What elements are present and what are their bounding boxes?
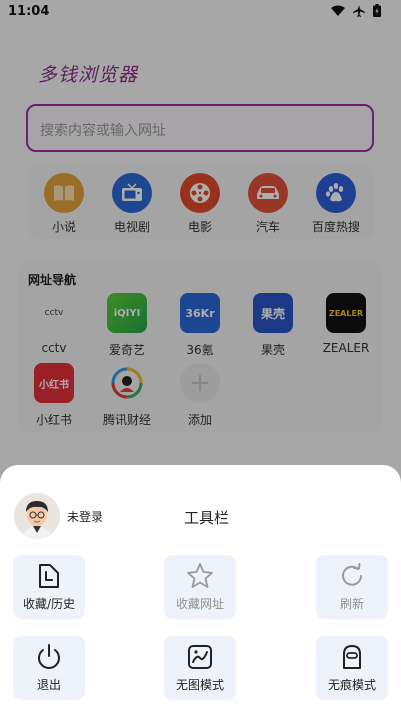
avatar[interactable] xyxy=(14,493,60,539)
star-icon xyxy=(187,563,213,588)
power-icon xyxy=(38,644,60,669)
bookmark-history-icon xyxy=(39,564,59,588)
tool-label: 无图模式 xyxy=(175,678,224,692)
login-status[interactable]: 未登录 xyxy=(67,508,103,525)
exit-button[interactable]: 退出 xyxy=(13,636,85,700)
add-bookmark-button[interactable]: 收藏网址 xyxy=(164,555,236,619)
tool-label: 无痕模式 xyxy=(327,678,376,692)
incognito-icon xyxy=(343,645,361,669)
incognito-mode-button[interactable]: 无痕模式 xyxy=(316,636,388,700)
no-image-icon xyxy=(188,645,212,669)
refresh-button[interactable]: 刷新 xyxy=(316,555,388,619)
tool-label: 收藏网址 xyxy=(175,597,224,611)
toolbar-sheet: 未登录 工具栏 收藏/历史 收藏网址 刷新 退出 无图模式 无痕模式 xyxy=(0,465,401,713)
tool-label: 退出 xyxy=(36,678,61,692)
tool-label: 刷新 xyxy=(339,597,364,611)
tool-label: 收藏/历史 xyxy=(22,597,76,611)
refresh-icon xyxy=(342,563,362,586)
bookmark-history-button[interactable]: 收藏/历史 xyxy=(13,555,85,619)
no-image-mode-button[interactable]: 无图模式 xyxy=(164,636,236,700)
sheet-title: 工具栏 xyxy=(184,509,230,527)
